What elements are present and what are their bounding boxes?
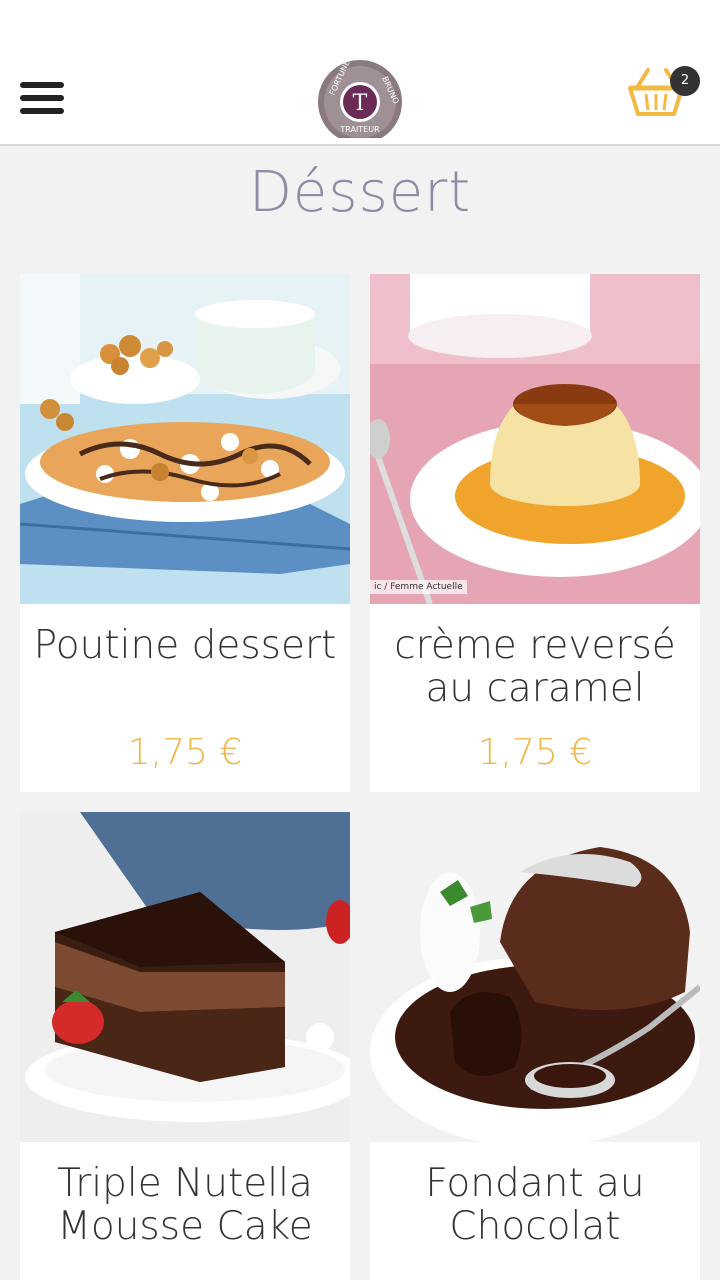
product-card[interactable]: Triple Nutella Mousse Cake: [20, 812, 350, 1280]
fondant-chocolat-photo[interactable]: [370, 812, 700, 1142]
product-price: 1,75 €: [127, 732, 243, 773]
brand-logo[interactable]: FORTUNE BRUNO T TRAITEUR: [316, 60, 404, 138]
product-price: 1,75 €: [477, 732, 593, 773]
svg-text:TRAITEUR: TRAITEUR: [339, 125, 380, 134]
product-name[interactable]: Triple Nutella Mousse Cake: [30, 1162, 340, 1248]
cart-count-badge: 2: [670, 66, 700, 96]
logo-letter: T: [353, 91, 368, 116]
product-card[interactable]: ic / Femme Actuelle crème reversé au car…: [370, 274, 700, 792]
nutella-mousse-cake-photo[interactable]: [20, 812, 350, 1142]
creme-caramel-photo[interactable]: ic / Femme Actuelle: [370, 274, 700, 604]
poutine-dessert-photo[interactable]: [20, 274, 350, 604]
image-credit: ic / Femme Actuelle: [370, 580, 467, 594]
product-name[interactable]: Fondant au Chocolat: [380, 1162, 690, 1248]
product-card[interactable]: Poutine dessert 1,75 €: [20, 274, 350, 792]
page-title: Déssert: [248, 160, 472, 225]
hamburger-menu-icon[interactable]: [20, 82, 64, 114]
app-header: FORTUNE BRUNO T TRAITEUR 2: [0, 0, 720, 146]
product-name[interactable]: crème reversé au caramel: [380, 624, 690, 710]
product-card[interactable]: Fondant au Chocolat: [370, 812, 700, 1280]
product-name[interactable]: Poutine dessert: [30, 624, 340, 667]
